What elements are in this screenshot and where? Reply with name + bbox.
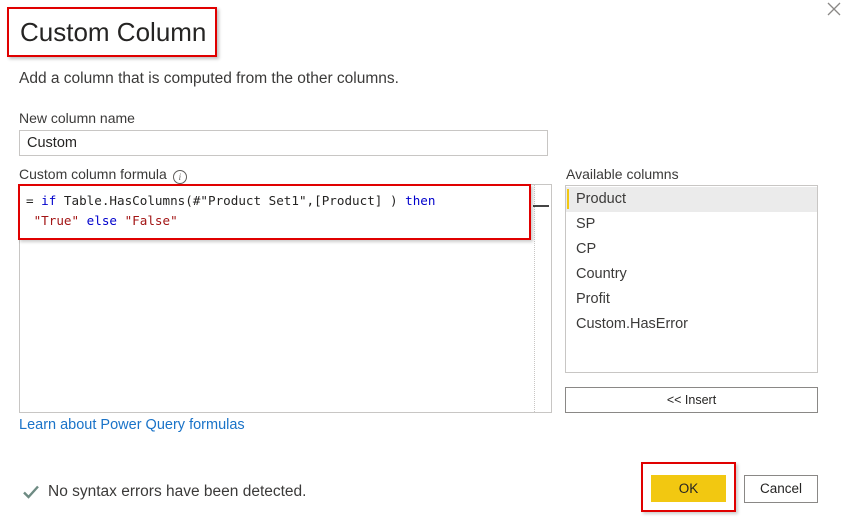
insert-button[interactable]: << Insert: [565, 387, 818, 413]
close-icon: [827, 2, 841, 16]
title-highlight-box: Custom Column: [7, 7, 217, 57]
editor-scrollbar[interactable]: [533, 185, 551, 412]
dialog-title: Custom Column: [20, 16, 207, 47]
available-columns-label: Available columns: [566, 166, 679, 182]
formula-editor[interactable]: = if Table.HasColumns(#"Product Set1",[P…: [19, 184, 552, 413]
column-item-cp[interactable]: CP: [566, 237, 817, 262]
formula-line-2: "True" else "False": [26, 211, 435, 231]
column-item-product[interactable]: Product: [566, 187, 817, 212]
column-item-sp[interactable]: SP: [566, 212, 817, 237]
formula-label-text: Custom column formula: [19, 166, 167, 182]
new-column-name-input[interactable]: [19, 130, 548, 156]
code-keyword: then: [405, 193, 436, 208]
learn-power-query-link[interactable]: Learn about Power Query formulas: [19, 417, 245, 433]
code-prefix: =: [26, 193, 42, 208]
column-item-profit[interactable]: Profit: [566, 287, 817, 312]
formula-label: Custom column formula i: [19, 166, 187, 184]
available-columns-list[interactable]: Product SP CP Country Profit Custom.HasE…: [565, 185, 818, 373]
syntax-status: No syntax errors have been detected.: [22, 483, 306, 501]
code-keyword: if: [41, 193, 57, 208]
new-column-name-label: New column name: [19, 110, 135, 126]
cancel-button[interactable]: Cancel: [744, 475, 818, 503]
formula-line-1: = if Table.HasColumns(#"Product Set1",[P…: [26, 191, 435, 211]
formula-code[interactable]: = if Table.HasColumns(#"Product Set1",[P…: [26, 191, 435, 231]
ok-button[interactable]: OK: [651, 475, 726, 502]
code-string: "False": [124, 213, 178, 228]
close-button[interactable]: [826, 1, 842, 17]
code-string: "True": [33, 213, 80, 228]
column-item-country[interactable]: Country: [566, 262, 817, 287]
info-icon[interactable]: i: [172, 170, 187, 184]
scroll-position-marker: [533, 205, 549, 207]
checkmark-icon: [23, 485, 39, 499]
syntax-status-text: No syntax errors have been detected.: [48, 483, 307, 500]
column-item-custom-haserror[interactable]: Custom.HasError: [566, 312, 817, 337]
code-keyword: else: [79, 213, 125, 228]
code-body: Table.HasColumns(#"Product Set1",[Produc…: [56, 193, 406, 208]
dialog-subtitle: Add a column that is computed from the o…: [19, 70, 399, 87]
